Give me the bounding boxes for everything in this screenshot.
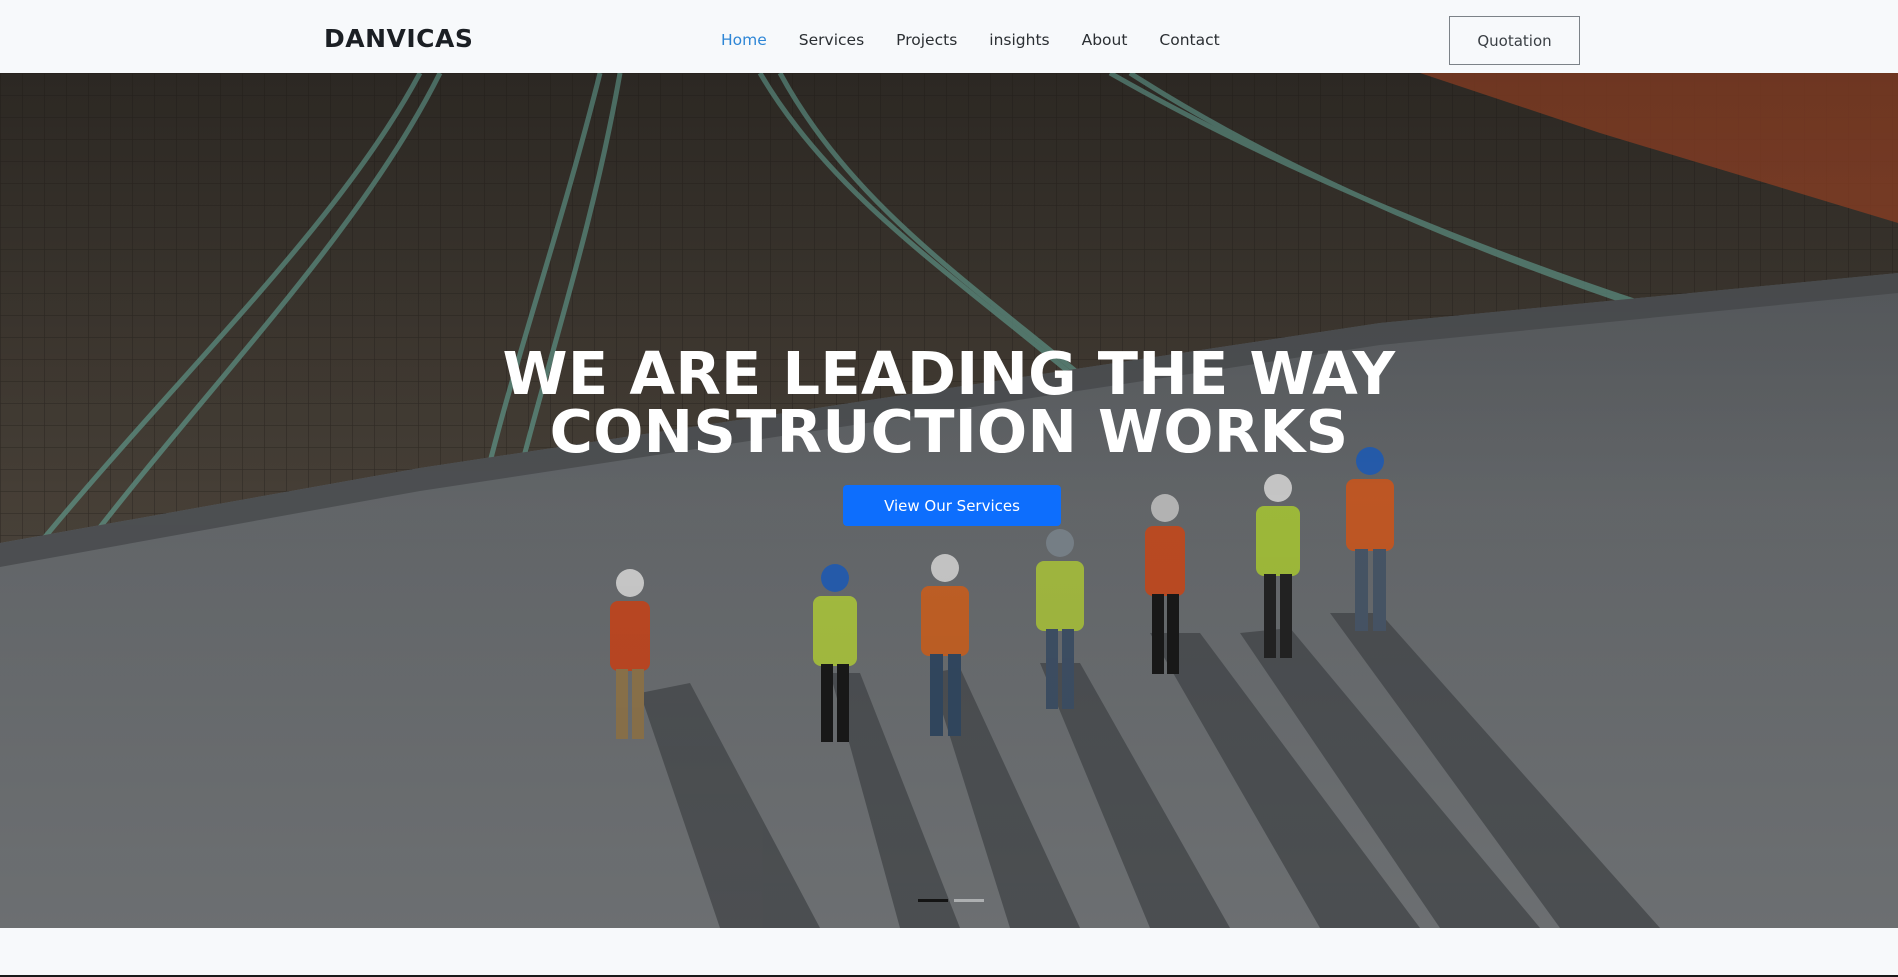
nav-item-services[interactable]: Services [799,31,864,49]
carousel-indicators [918,899,984,902]
nav-item-about[interactable]: About [1082,31,1128,49]
nav-item-insights[interactable]: insights [989,31,1049,49]
main-nav: Home Services Projects insights About Co… [721,31,1252,49]
hero-title-line-1: WE ARE LEADING THE WAY [502,339,1396,408]
hero-title-line-2: CONSTRUCTION WORKS [549,397,1349,466]
nav-item-contact[interactable]: Contact [1159,31,1219,49]
carousel-indicator-2[interactable] [954,899,984,902]
nav-item-projects[interactable]: Projects [896,31,957,49]
view-services-button[interactable]: View Our Services [843,485,1061,526]
nav-item-home[interactable]: Home [721,31,767,49]
site-header: DANVICAS Home Services Projects insights… [0,0,1898,73]
brand-logo[interactable]: DANVICAS [324,24,473,53]
carousel-indicator-1[interactable] [918,899,948,902]
hero-section: WE ARE LEADING THE WAY CONSTRUCTION WORK… [0,73,1898,928]
quotation-button[interactable]: Quotation [1449,16,1580,65]
hero-title: WE ARE LEADING THE WAY CONSTRUCTION WORK… [0,339,1898,466]
